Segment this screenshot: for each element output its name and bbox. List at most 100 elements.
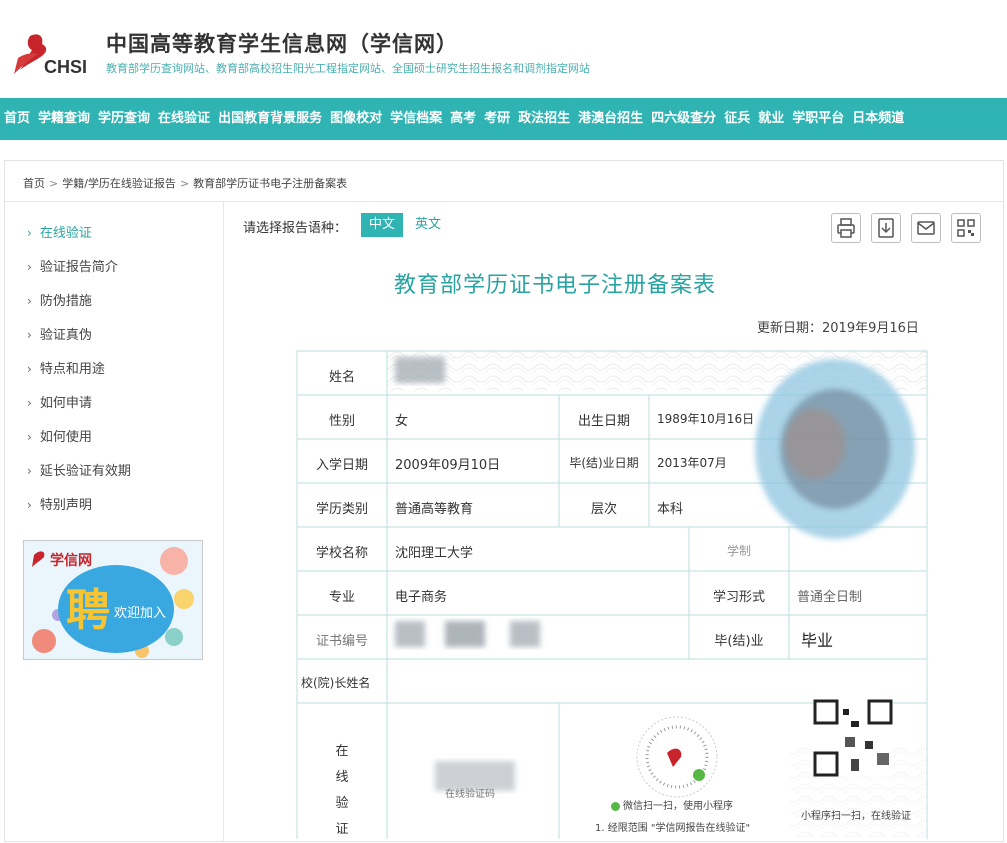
online-verify-label: 在 线 验 证 bbox=[335, 744, 349, 837]
nav-item-abroad[interactable]: 出国教育背景服务 bbox=[214, 98, 326, 140]
printer-icon bbox=[837, 218, 855, 238]
chevron-right-icon: › bbox=[27, 430, 32, 444]
mini-program-qr bbox=[813, 699, 893, 777]
breadcrumb-home[interactable]: 首页 bbox=[23, 177, 45, 190]
breadcrumb-verify-report[interactable]: 学籍/学历在线验证报告 bbox=[62, 177, 176, 190]
graduation-label: 毕(结)业 bbox=[714, 634, 764, 649]
nav-item-jobs[interactable]: 就业 bbox=[754, 98, 788, 140]
nav-item-japan[interactable]: 日本频道 bbox=[848, 98, 908, 140]
breadcrumb-separator: > bbox=[49, 177, 59, 190]
study-form-label: 学习形式 bbox=[712, 590, 765, 605]
sidebar-item-intro[interactable]: › 验证报告简介 bbox=[27, 256, 118, 275]
chevron-right-icon: › bbox=[27, 294, 32, 308]
qrcode-button[interactable] bbox=[951, 213, 981, 243]
email-button[interactable] bbox=[911, 213, 941, 243]
nav-item-kaoyan[interactable]: 考研 bbox=[480, 98, 514, 140]
nav-item-image-check[interactable]: 图像校对 bbox=[326, 98, 386, 140]
wechat-caption: 微信扫一扫，使用小程序 bbox=[611, 797, 733, 812]
recruit-banner[interactable]: 学信网 聘 欢迎加入 bbox=[23, 540, 203, 660]
breadcrumb: 首页 > 学籍/学历在线验证报告 > 教育部学历证书电子注册备案表 bbox=[23, 175, 347, 191]
sidebar-item-extend[interactable]: › 延长验证有效期 bbox=[27, 460, 131, 479]
enroll-label: 入学日期 bbox=[315, 458, 368, 473]
sidebar-item-features[interactable]: › 特点和用途 bbox=[27, 358, 105, 377]
sidebar-item-online-verify[interactable]: › 在线验证 bbox=[27, 222, 92, 241]
lang-english-button[interactable]: 英文 bbox=[407, 213, 449, 237]
nav-item-student-status[interactable]: 学籍查询 bbox=[34, 98, 94, 140]
chevron-right-icon: › bbox=[27, 498, 32, 512]
chevron-right-icon: › bbox=[27, 328, 32, 342]
recruit-banner-art: 学信网 聘 欢迎加入 bbox=[24, 541, 202, 659]
president-label: 校(院)长姓名 bbox=[301, 676, 371, 690]
chsi-logo[interactable]: CHSI bbox=[10, 30, 100, 78]
level-value: 本科 bbox=[657, 502, 684, 517]
report-title: 教育部学历证书电子注册备案表 bbox=[393, 273, 716, 298]
major-value: 电子商务 bbox=[395, 590, 448, 605]
edu-type-value: 普通高等教育 bbox=[395, 502, 474, 517]
redacted-name bbox=[395, 357, 445, 383]
sidebar: › 在线验证 › 验证报告简介 › 防伪措施 › 验证真伪 › 特点和用途 › 如何申请 ›… bbox=[5, 202, 224, 842]
school-value: 沈阳理工大学 bbox=[395, 546, 474, 561]
redacted-cert-number bbox=[395, 621, 540, 647]
chevron-right-icon: › bbox=[27, 260, 32, 274]
name-label: 姓名 bbox=[328, 370, 355, 385]
school-label: 学校名称 bbox=[315, 546, 368, 561]
gender-value: 女 bbox=[395, 414, 409, 429]
nav-item-home[interactable]: 首页 bbox=[0, 98, 34, 140]
site-title: 中国高等教育学生信息网（学信网） bbox=[106, 32, 458, 56]
updated-date: 更新日期：2019年9月16日 bbox=[757, 321, 919, 336]
nav-item-archive[interactable]: 学信档案 bbox=[386, 98, 446, 140]
breadcrumb-current: 教育部学历证书电子注册备案表 bbox=[193, 177, 348, 190]
language-label: 请选择报告语种： bbox=[243, 221, 348, 236]
chevron-right-icon: › bbox=[27, 226, 32, 240]
gender-label: 性别 bbox=[328, 414, 355, 429]
nav-item-military[interactable]: 征兵 bbox=[720, 98, 754, 140]
banner-big-char: 聘 bbox=[66, 585, 110, 636]
mail-icon bbox=[917, 221, 935, 235]
print-button[interactable] bbox=[831, 213, 861, 243]
logo-text: CHSI bbox=[44, 57, 87, 77]
cert-number-label: 证书编号 bbox=[315, 634, 368, 649]
birth-label: 出生日期 bbox=[577, 414, 630, 429]
sidebar-item-apply[interactable]: › 如何申请 bbox=[27, 392, 92, 411]
breadcrumb-separator: > bbox=[179, 177, 190, 190]
major-label: 专业 bbox=[328, 590, 355, 605]
main-nav: 首页 学籍查询 学历查询 在线验证 出国教育背景服务 图像校对 学信档案 高考 … bbox=[0, 98, 1007, 140]
site-subtitle: 教育部学历查询网站、教育部高校招生阳光工程指定网站、全国硕士研究生招生报名和调剂… bbox=[106, 62, 590, 75]
sidebar-item-usage[interactable]: › 如何使用 bbox=[27, 426, 92, 445]
wechat-qr bbox=[636, 716, 718, 798]
grad-date-value: 2013年07月 bbox=[657, 456, 727, 470]
nav-item-cet[interactable]: 四六级查分 bbox=[647, 98, 720, 140]
nav-item-online-verify[interactable]: 在线验证 bbox=[154, 98, 214, 140]
footer-note: 1. 经限范围 "学信网报告在线验证" bbox=[595, 823, 751, 834]
download-icon bbox=[878, 218, 894, 238]
graduation-value: 毕业 bbox=[801, 631, 834, 650]
banner-brand: 学信网 bbox=[50, 552, 92, 569]
nav-item-degree-query[interactable]: 学历查询 bbox=[94, 98, 154, 140]
enroll-value: 2009年09月10日 bbox=[395, 458, 501, 473]
edu-type-label: 学历类别 bbox=[315, 502, 368, 517]
wechat-icon bbox=[611, 801, 620, 811]
lang-chinese-button[interactable]: 中文 bbox=[361, 213, 404, 237]
chevron-right-icon: › bbox=[27, 396, 32, 410]
level-label: 层次 bbox=[590, 502, 617, 517]
content-panel: 首页 > 学籍/学历在线验证报告 > 教育部学历证书电子注册备案表 › 在线验证 › 验证报… bbox=[4, 160, 1004, 842]
chevron-right-icon: › bbox=[27, 362, 32, 376]
redacted-photo bbox=[755, 359, 915, 539]
nav-item-hmt[interactable]: 港澳台招生 bbox=[574, 98, 647, 140]
chevron-right-icon: › bbox=[27, 464, 32, 478]
duration-label: 学制 bbox=[726, 544, 751, 558]
nav-item-career[interactable]: 学职平台 bbox=[788, 98, 848, 140]
sidebar-item-anti-fake[interactable]: › 防伪措施 bbox=[27, 290, 92, 309]
grad-date-label: 毕(结)业日期 bbox=[569, 456, 639, 470]
sidebar-item-verify-authenticity[interactable]: › 验证真伪 bbox=[27, 324, 92, 343]
nav-item-law[interactable]: 政法招生 bbox=[514, 98, 574, 140]
birth-value: 1989年10月16日 bbox=[657, 412, 755, 426]
nav-item-gaokao[interactable]: 高考 bbox=[446, 98, 480, 140]
banner-welcome: 欢迎加入 bbox=[114, 606, 166, 621]
verify-code-caption: 在线验证码 bbox=[445, 789, 495, 800]
sidebar-item-statement[interactable]: › 特别声明 bbox=[27, 494, 92, 513]
study-form-value: 普通全日制 bbox=[797, 590, 863, 605]
qrcode-icon bbox=[957, 219, 975, 237]
site-header: CHSI 中国高等教育学生信息网（学信网） 教育部学历查询网站、教育部高校招生阳… bbox=[0, 0, 1007, 98]
download-button[interactable] bbox=[871, 213, 901, 243]
